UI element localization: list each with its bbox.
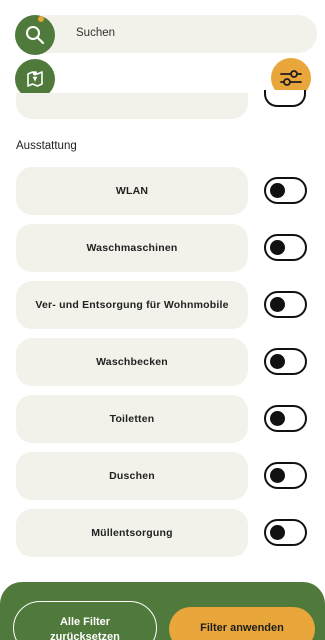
amenity-row-muellentsorgung: Müllentsorgung xyxy=(0,509,325,557)
amenity-row-waschbecken: Waschbecken xyxy=(0,338,325,386)
reset-label-line2: zurücksetzen xyxy=(50,631,120,640)
toggle-partial[interactable] xyxy=(264,90,306,107)
amenity-row-duschen: Duschen xyxy=(0,452,325,500)
toggle-knob xyxy=(270,297,285,312)
sliders-icon xyxy=(280,70,302,86)
amenity-row-entsorgung: Ver- und Entsorgung für Wohnmobile xyxy=(0,281,325,329)
toggle-duschen[interactable] xyxy=(264,462,307,489)
search-input[interactable]: Suchen xyxy=(76,27,115,39)
section-title: Ausstattung xyxy=(16,140,77,152)
toggle-waschbecken[interactable] xyxy=(264,348,307,375)
amenity-row-wlan: WLAN xyxy=(0,167,325,215)
toggle-muellentsorgung[interactable] xyxy=(264,519,307,546)
search-bar[interactable] xyxy=(28,15,317,53)
amenity-label-wlan[interactable]: WLAN xyxy=(16,167,248,215)
toggle-knob xyxy=(270,354,285,369)
amenity-label-waschmaschinen[interactable]: Waschmaschinen xyxy=(16,224,248,272)
toggle-knob xyxy=(270,240,285,255)
amenity-label-waschbecken[interactable]: Waschbecken xyxy=(16,338,248,386)
toggle-wlan[interactable] xyxy=(264,177,307,204)
list-item-partial[interactable] xyxy=(16,93,248,119)
reset-filters-button[interactable]: Alle Filter zurücksetzen xyxy=(13,601,157,640)
amenity-label-entsorgung[interactable]: Ver- und Entsorgung für Wohnmobile xyxy=(16,281,248,329)
amenity-row-waschmaschinen: Waschmaschinen xyxy=(0,224,325,272)
amenity-label-muellentsorgung[interactable]: Müllentsorgung xyxy=(16,509,248,557)
toggle-toiletten[interactable] xyxy=(264,405,307,432)
search-button[interactable] xyxy=(15,15,55,55)
apply-filters-button[interactable]: Filter anwenden xyxy=(169,607,315,640)
toggle-knob xyxy=(270,411,285,426)
toggle-waschmaschinen[interactable] xyxy=(264,234,307,261)
toggle-entsorgung[interactable] xyxy=(264,291,307,318)
toggle-knob xyxy=(270,468,285,483)
map-icon xyxy=(27,71,43,87)
reset-label-line1: Alle Filter xyxy=(59,616,111,628)
notification-dot xyxy=(38,16,44,22)
amenity-label-duschen[interactable]: Duschen xyxy=(16,452,248,500)
toggle-knob xyxy=(270,183,285,198)
amenity-row-toiletten: Toiletten xyxy=(0,395,325,443)
amenity-label-toiletten[interactable]: Toiletten xyxy=(16,395,248,443)
toggle-knob xyxy=(270,525,285,540)
search-icon xyxy=(26,26,45,45)
